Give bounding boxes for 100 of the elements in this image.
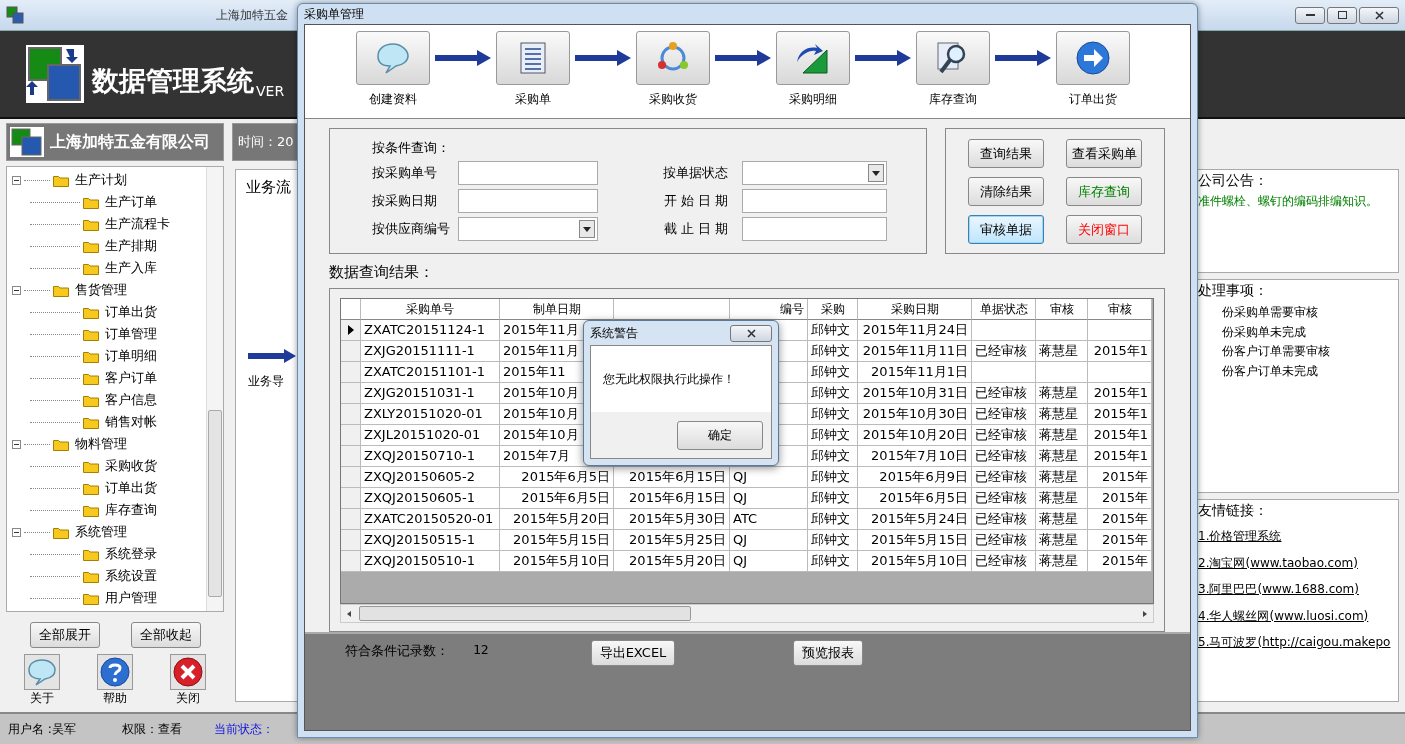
column-header[interactable] — [614, 299, 730, 320]
tree-item[interactable]: 生产计划 — [75, 171, 127, 189]
row-marker[interactable] — [341, 446, 361, 467]
ok-button[interactable]: 确定 — [677, 420, 763, 450]
tree-item[interactable]: 订单明细 — [105, 347, 157, 365]
horizontal-scrollbar[interactable] — [340, 604, 1154, 623]
folder-icon — [83, 547, 99, 561]
input-field[interactable] — [742, 217, 887, 241]
close-button[interactable] — [1359, 6, 1399, 24]
tree-item[interactable]: 生产流程卡 — [105, 215, 170, 233]
table-cell: 2015年11月11日 — [858, 341, 972, 362]
row-marker[interactable] — [341, 551, 361, 572]
action-button[interactable]: 查询结果 — [968, 139, 1044, 168]
close-icon — [172, 657, 203, 687]
tree-item[interactable]: 系统设置 — [105, 567, 157, 585]
folder-icon — [83, 393, 99, 407]
table-cell: 2015年10月30日 — [858, 404, 972, 425]
dropdown-field[interactable] — [742, 161, 887, 185]
tree-item[interactable]: 用户管理 — [105, 589, 157, 607]
field-label: 按采购日期 — [372, 192, 438, 210]
action-button[interactable]: 审核单据 — [968, 215, 1044, 244]
tree-item[interactable]: 生产排期 — [105, 237, 157, 255]
link[interactable]: 5.马可波罗(http://caigou.makepo — [1198, 629, 1398, 656]
table-cell: ZXJG20151031-1 — [361, 383, 500, 404]
tree-item[interactable]: 订单管理 — [105, 325, 157, 343]
tree-item[interactable]: 生产订单 — [105, 193, 157, 211]
scroll-right-icon — [1141, 609, 1149, 618]
tree-button[interactable]: 全部收起 — [130, 622, 201, 648]
header-corner — [341, 299, 361, 320]
link[interactable]: 3.阿里巴巴(www.1688.com) — [1198, 576, 1398, 603]
table-cell: 邱钟文 — [808, 509, 858, 530]
dropdown-field[interactable] — [458, 217, 598, 241]
scrollbar[interactable] — [206, 167, 223, 611]
tree-item[interactable]: 客户信息 — [105, 391, 157, 409]
tree-item[interactable]: 订单出货 — [105, 479, 157, 497]
table-cell — [1036, 362, 1088, 383]
column-header[interactable]: 编号 — [730, 299, 808, 320]
table-cell: 2015年1 — [1088, 425, 1152, 446]
table-cell: 已经审核 — [972, 446, 1036, 467]
workflow-button[interactable] — [495, 31, 570, 85]
table-cell: 蒋慧星 — [1036, 551, 1088, 572]
row-marker[interactable] — [341, 404, 361, 425]
tree-item[interactable]: 销售对帐 — [105, 413, 157, 431]
minimize-icon — [1305, 13, 1315, 17]
tree-item[interactable]: 售货管理 — [75, 281, 127, 299]
action-button[interactable]: 库存查询 — [1066, 177, 1142, 206]
row-marker[interactable] — [341, 320, 361, 341]
link[interactable]: 1.价格管理系统 — [1198, 523, 1398, 550]
table-cell: 已经审核 — [972, 425, 1036, 446]
workflow-button[interactable] — [1055, 31, 1130, 85]
row-marker[interactable] — [341, 509, 361, 530]
tree-item[interactable]: 系统管理 — [75, 523, 127, 541]
column-header[interactable]: 审核 — [1036, 299, 1088, 320]
column-header[interactable]: 采购单号 — [361, 299, 500, 320]
row-marker[interactable] — [341, 383, 361, 404]
collapse-icon[interactable] — [12, 285, 21, 295]
tree-item[interactable]: 采购收货 — [105, 457, 157, 475]
table-cell: 邱钟文 — [808, 488, 858, 509]
collapse-icon[interactable] — [12, 175, 21, 185]
maximize-button[interactable] — [1327, 6, 1357, 24]
table-cell: 2015年1 — [1088, 341, 1152, 362]
tree-item[interactable]: 库存查询 — [105, 501, 157, 519]
workflow-button[interactable] — [915, 31, 990, 85]
input-field[interactable] — [458, 161, 598, 185]
minimize-button[interactable] — [1295, 6, 1325, 24]
tool-button[interactable] — [97, 654, 133, 690]
table-cell: 已经审核 — [972, 467, 1036, 488]
column-header[interactable]: 单据状态 — [972, 299, 1036, 320]
table-cell: 2015年6月9日 — [858, 467, 972, 488]
column-header[interactable]: 采购 — [808, 299, 858, 320]
workflow-button[interactable] — [775, 31, 850, 85]
table-cell: 蒋慧星 — [1036, 446, 1088, 467]
collapse-icon[interactable] — [12, 439, 21, 449]
action-button[interactable]: 查看采购单 — [1066, 139, 1142, 168]
column-header[interactable]: 制单日期 — [500, 299, 614, 320]
row-marker[interactable] — [341, 530, 361, 551]
column-header[interactable]: 审核 — [1088, 299, 1152, 320]
close-button[interactable] — [730, 324, 772, 342]
collapse-icon[interactable] — [12, 527, 21, 537]
tree-item[interactable]: 生产入库 — [105, 259, 157, 277]
row-marker[interactable] — [341, 488, 361, 509]
column-header[interactable]: 采购日期 — [858, 299, 972, 320]
row-marker[interactable] — [341, 425, 361, 446]
input-field[interactable] — [742, 189, 887, 213]
tree-item[interactable]: 系统登录 — [105, 545, 157, 563]
action-button[interactable]: 清除结果 — [968, 177, 1044, 206]
row-marker[interactable] — [341, 341, 361, 362]
export-button[interactable]: 导出EXCEL — [590, 640, 676, 666]
tree-item[interactable]: 客户订单 — [105, 369, 157, 387]
link[interactable]: 2.淘宝网(www.taobao.com) — [1198, 549, 1398, 576]
tree-button[interactable]: 全部展开 — [29, 622, 100, 648]
input-field[interactable] — [458, 189, 598, 213]
company-name: 上海加特五金有限公司 — [50, 131, 210, 153]
tree-item[interactable]: 订单出货 — [105, 303, 157, 321]
tool-button[interactable] — [169, 654, 206, 690]
preview-button[interactable]: 预览报表 — [793, 640, 864, 666]
link[interactable]: 4.华人螺丝网(www.luosi.com) — [1198, 602, 1398, 629]
tree-item[interactable]: 物料管理 — [75, 435, 127, 453]
row-marker[interactable] — [341, 362, 361, 383]
row-marker[interactable] — [341, 467, 361, 488]
